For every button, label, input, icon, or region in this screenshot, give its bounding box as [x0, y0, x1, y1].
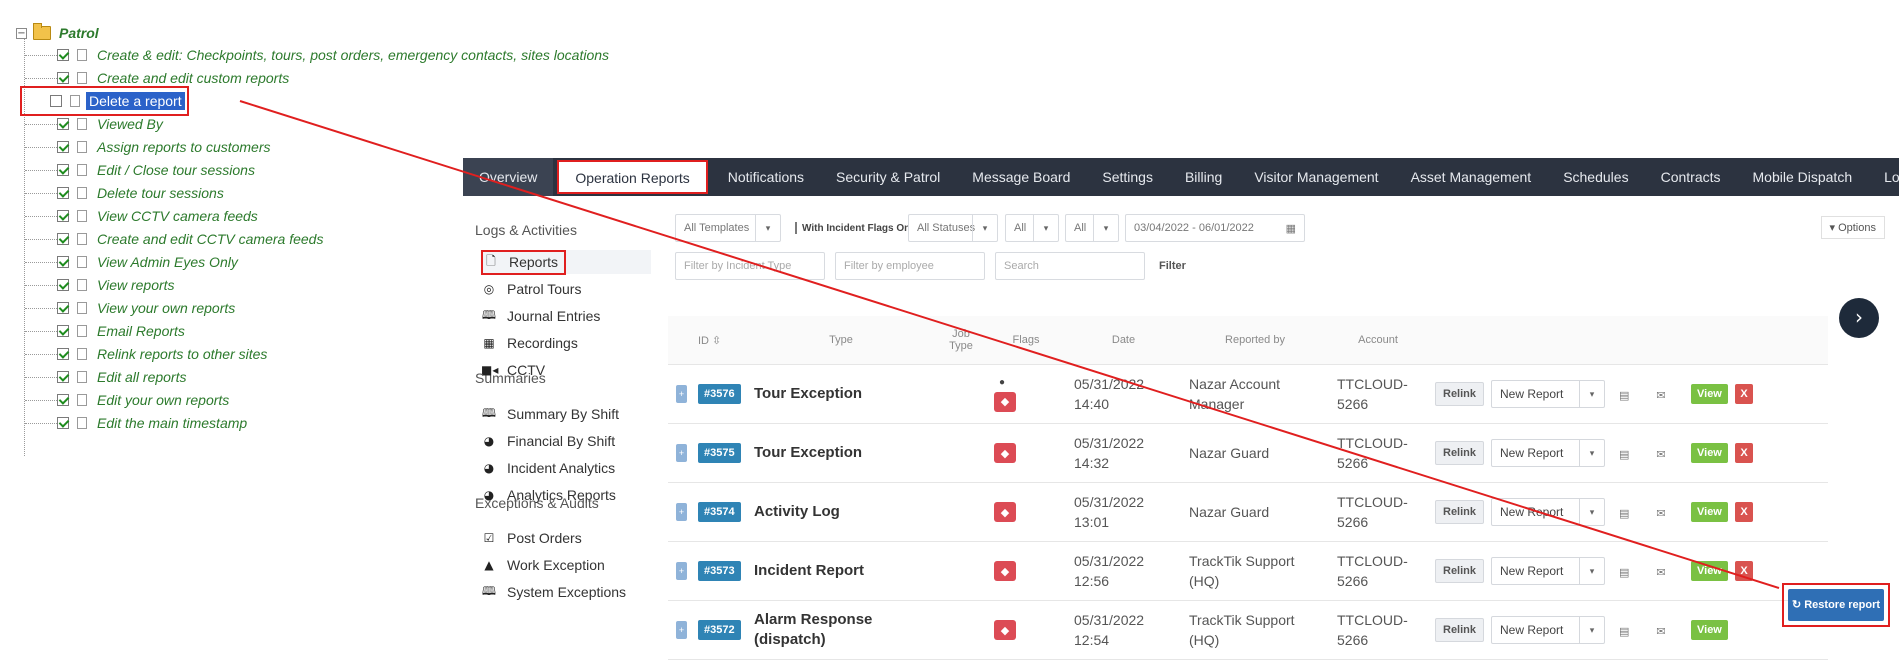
annotation-arrow — [239, 100, 1780, 589]
annotation-line — [239, 100, 1780, 589]
